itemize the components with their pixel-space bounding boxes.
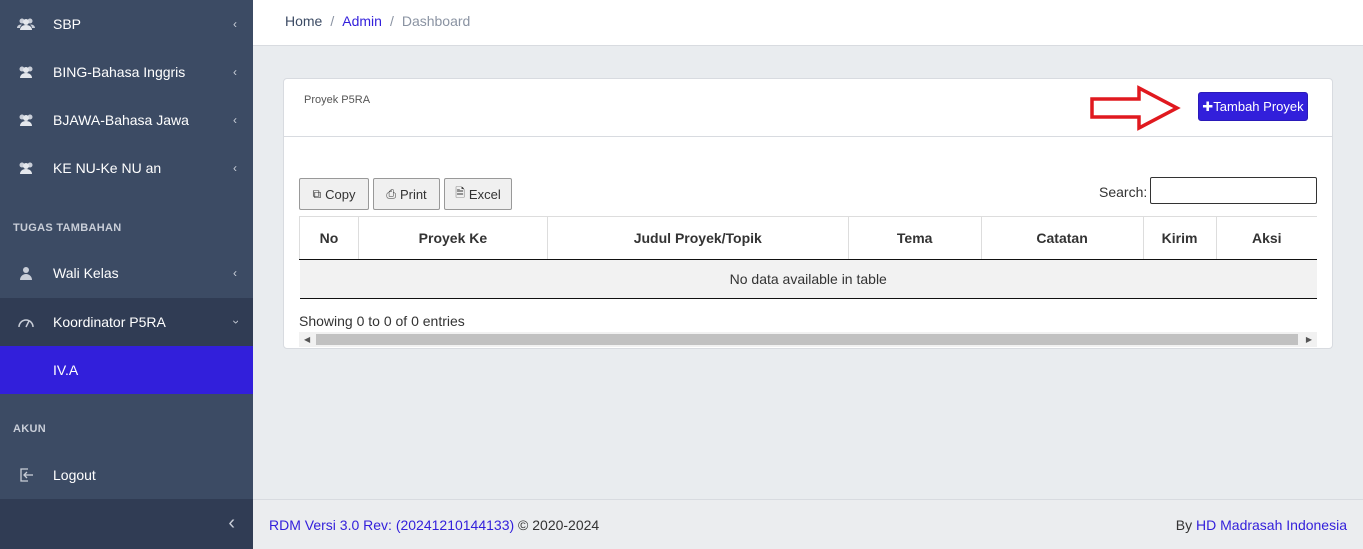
column-header-catatan[interactable]: Catatan — [981, 216, 1144, 260]
scrollbar-thumb[interactable] — [316, 334, 1298, 345]
logout-icon — [17, 466, 35, 484]
breadcrumb: Home / Admin / Dashboard — [285, 13, 470, 29]
company-link[interactable]: HD Madrasah Indonesia — [1196, 517, 1347, 533]
sidebar-item-koordinator[interactable]: Koordinator P5RA ‹ — [0, 298, 253, 346]
column-header-aksi[interactable]: Aksi — [1216, 216, 1317, 260]
sidebar-item-wali-kelas[interactable]: Wali Kelas ‹ — [0, 249, 253, 297]
empty-message: No data available in table — [299, 259, 1317, 299]
footer-right: By HD Madrasah Indonesia — [1176, 517, 1347, 533]
proyek-table: No Proyek Ke Judul Proyek/Topik Tema Cat… — [299, 216, 1317, 299]
excel-button[interactable]: 🗎 Excel — [444, 178, 512, 210]
table-info: Showing 0 to 0 of 0 entries — [299, 313, 465, 329]
search-label: Search: — [1099, 184, 1148, 200]
tambah-proyek-label: Tambah Proyek — [1213, 99, 1304, 114]
excel-label: Excel — [468, 186, 501, 202]
sidebar-item-bing[interactable]: BING-Bahasa Inggris ‹ — [0, 48, 253, 96]
version-link[interactable]: RDM Versi 3.0 Rev: (20241210144133) — [269, 517, 514, 533]
copy-button[interactable]: ⧉ Copy — [299, 178, 369, 210]
sidebar-item-label: BJAWA-Bahasa Jawa — [53, 112, 189, 128]
breadcrumb-current: Dashboard — [401, 13, 471, 29]
chevron-left-icon: ‹ — [233, 65, 237, 79]
header: Home / Admin / Dashboard — [253, 0, 1363, 46]
footer: RDM Versi 3.0 Rev: (20241210144133) © 20… — [253, 499, 1363, 549]
sidebar-item-label: BING-Bahasa Inggris — [53, 64, 186, 80]
annotation-arrow-icon — [1090, 85, 1181, 131]
print-label: Print — [399, 186, 427, 202]
tambah-proyek-button[interactable]: ✚ Tambah Proyek — [1198, 92, 1308, 121]
sidebar-item-label: Logout — [53, 467, 96, 483]
chevron-left-icon: ‹ — [233, 161, 237, 175]
search-input[interactable] — [1150, 177, 1317, 204]
sidebar-item-label: Koordinator P5RA — [53, 314, 166, 330]
section-title-akun: AKUN — [13, 423, 46, 435]
chevron-left-icon: ‹ — [233, 17, 237, 31]
column-header-no[interactable]: No — [299, 216, 359, 260]
table-header-row: No Proyek Ke Judul Proyek/Topik Tema Cat… — [299, 216, 1317, 260]
chevron-left-icon: ‹ — [233, 113, 237, 127]
speedometer-icon — [17, 313, 35, 331]
user-icon — [17, 264, 35, 282]
sidebar: SBP ‹ BING-Bahasa Inggris ‹ BJAWA-Bahasa… — [0, 0, 253, 549]
users-icon — [17, 15, 35, 33]
copy-label: Copy — [325, 186, 356, 202]
column-header-proyek-ke[interactable]: Proyek Ke — [358, 216, 548, 260]
column-header-judul[interactable]: Judul Proyek/Topik — [547, 216, 849, 260]
card-header: Proyek P5RA ✚ Tambah Proyek — [284, 79, 1332, 137]
scroll-left-icon[interactable]: ◀ — [304, 332, 310, 347]
sidebar-footer: ‹ — [0, 499, 253, 549]
horizontal-scrollbar[interactable]: ◀ ▶ — [299, 332, 1317, 347]
sidebar-subitem-label: IV.A — [53, 362, 79, 378]
copy-icon: ⧉ — [312, 186, 322, 201]
sidebar-item-label: Wali Kelas — [53, 265, 119, 281]
print-icon: ⎙ — [386, 186, 396, 201]
column-header-kirim[interactable]: Kirim — [1143, 216, 1217, 260]
breadcrumb-admin[interactable]: Admin — [342, 13, 382, 29]
sidebar-item-label: SBP — [53, 16, 82, 32]
copyright-text: © 2020-2024 — [514, 517, 600, 533]
sidebar-item-kenu[interactable]: KE NU-Ke NU an ‹ — [0, 144, 253, 192]
file-excel-icon: 🗎 — [455, 185, 465, 200]
section-title-tugas: TUGAS TAMBAHAN — [13, 222, 122, 234]
proyek-card: Proyek P5RA ✚ Tambah Proyek ⧉ Copy ⎙ Print … — [283, 78, 1333, 349]
plus-icon: ✚ — [1202, 98, 1214, 114]
sidebar-item-label: KE NU-Ke NU an — [53, 160, 162, 176]
users-icon — [17, 159, 35, 177]
sidebar-item-logout[interactable]: Logout — [0, 451, 253, 499]
breadcrumb-separator: / — [389, 13, 394, 29]
table-row: No data available in table — [299, 259, 1317, 299]
card-title: Proyek P5RA — [304, 94, 371, 106]
print-button[interactable]: ⎙ Print — [373, 178, 440, 210]
users-icon — [17, 111, 35, 129]
footer-left: RDM Versi 3.0 Rev: (20241210144133) © 20… — [269, 517, 599, 533]
breadcrumb-separator: / — [330, 13, 335, 29]
column-header-tema[interactable]: Tema — [848, 216, 982, 260]
sidebar-toggle-icon[interactable]: ‹ — [228, 512, 235, 535]
chevron-left-icon: ‹ — [233, 266, 237, 280]
breadcrumb-home[interactable]: Home — [285, 13, 322, 29]
sidebar-subitem-iva[interactable]: IV.A — [0, 346, 253, 394]
scroll-right-icon[interactable]: ▶ — [1306, 332, 1312, 347]
sidebar-item-sbp[interactable]: SBP ‹ — [0, 0, 253, 48]
by-text: By — [1175, 517, 1197, 533]
chevron-down-icon: ‹ — [228, 320, 242, 324]
sidebar-item-bjawa[interactable]: BJAWA-Bahasa Jawa ‹ — [0, 96, 253, 144]
users-icon — [17, 63, 35, 81]
